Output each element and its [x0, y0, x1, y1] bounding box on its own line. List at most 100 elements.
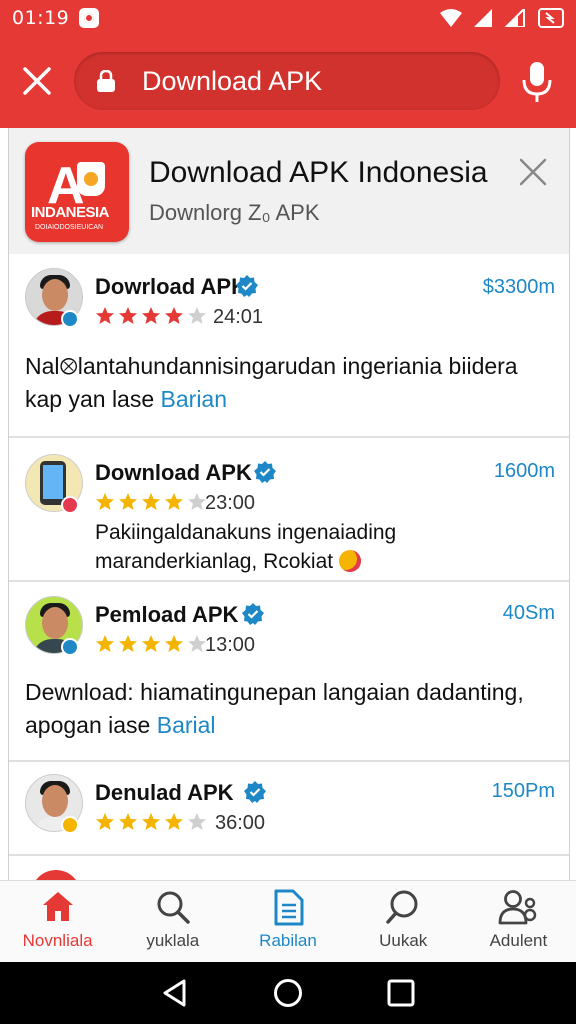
nav-item-home[interactable]: Novnliala: [0, 881, 115, 962]
nav-label: Rabilan: [259, 931, 317, 950]
star-filled-icon: [96, 635, 114, 652]
star-filled-icon: [96, 307, 114, 324]
status-bar: 01:19: [0, 0, 576, 36]
review-body: Nal⮾lantahundannisingarudan ingeriania b…: [25, 353, 518, 412]
emoji-icon: [338, 550, 361, 573]
wifi-icon: [440, 9, 462, 27]
back-icon[interactable]: [160, 978, 190, 1008]
review-time: 36:00: [215, 812, 266, 834]
system-navigation-bar: [0, 962, 576, 1024]
app-header: A INDANESIA DOIAIODOSIEUICAN Download AP…: [9, 128, 569, 254]
review-item[interactable]: Denulad APK 150Pm 36:00: [9, 762, 569, 880]
star-filled-icon: [142, 307, 160, 324]
bottom-navigation: Novnliala yuklala Rabilan Uukak Adulent: [0, 880, 576, 962]
nav-item-document[interactable]: Rabilan: [230, 881, 345, 962]
star-empty-icon: [188, 635, 206, 652]
nav-item-explore[interactable]: Uukak: [346, 881, 461, 962]
review-time: 13:00: [205, 634, 256, 656]
star-empty-icon: [188, 307, 206, 324]
review-link[interactable]: Barian: [161, 386, 227, 412]
star-filled-icon: [119, 493, 137, 510]
app-title: Download APK Indonesia: [149, 156, 488, 189]
star-filled-icon: [119, 307, 137, 324]
avatar-badge: [61, 816, 79, 834]
star-rating: [95, 306, 207, 326]
status-icons: [440, 8, 564, 28]
search-icon: [386, 890, 418, 924]
verified-icon: [244, 781, 266, 803]
app-card: A INDANESIA DOIAIODOSIEUICAN Download AP…: [8, 128, 570, 880]
close-icon[interactable]: [20, 64, 54, 98]
lock-icon: [97, 70, 115, 92]
logo-jar-icon: [77, 162, 105, 196]
avatar-badge: [61, 496, 79, 514]
star-filled-icon: [165, 493, 183, 510]
logo-subtext: DOIAIODOSIEUICAN: [35, 224, 104, 231]
review-body: Dewnload: hiamatingunepan langaian dadan…: [25, 679, 524, 738]
verified-icon: [236, 275, 258, 297]
star-filled-icon: [119, 813, 137, 830]
recents-icon[interactable]: [386, 978, 416, 1008]
verified-icon: [242, 603, 264, 625]
review-time: 24:01: [213, 306, 264, 328]
document-icon: [274, 889, 304, 926]
review-author: Denulad APK: [95, 780, 234, 805]
app-logo[interactable]: A INDANESIA DOIAIODOSIEUICAN: [25, 142, 129, 242]
review-text: Dewnload: hiamatingunepan langaian dadan…: [25, 676, 555, 741]
home-icon: [42, 892, 73, 921]
avatar-badge: [61, 638, 79, 656]
nav-label: Novnliala: [22, 931, 93, 950]
signal-icon-2: [504, 9, 525, 27]
status-time: 01:19: [12, 7, 70, 29]
verified-icon: [254, 461, 276, 483]
star-filled-icon: [119, 635, 137, 652]
nav-label: Uukak: [379, 931, 428, 950]
divider: [9, 854, 569, 856]
review-link[interactable]: Barial: [157, 712, 216, 738]
star-rating: [95, 634, 207, 654]
nav-label: Adulent: [489, 931, 548, 950]
review-author: Download APK: [95, 460, 252, 485]
review-size: 1600m: [493, 460, 555, 482]
close-icon[interactable]: [519, 158, 547, 186]
search-icon: [157, 891, 190, 924]
nav-item-search[interactable]: yuklala: [115, 881, 230, 962]
home-button-icon[interactable]: [272, 978, 304, 1008]
review-text: Pakiingaldanakuns ingenaiading maranderk…: [95, 518, 555, 577]
review-text: Nal⮾lantahundannisingarudan ingeriania b…: [25, 350, 555, 415]
review-author: Dowrload APK: [95, 274, 247, 299]
user-icon: [499, 890, 537, 925]
review-time: 23:00: [205, 492, 256, 514]
review-item[interactable]: Download APK 1600m 23:00 Pakiingaldanaku…: [9, 438, 569, 582]
star-rating: [95, 492, 207, 512]
star-filled-icon: [96, 493, 114, 510]
app-bar: Download APK: [0, 36, 576, 128]
star-filled-icon: [142, 635, 160, 652]
review-size: 150Pm: [491, 780, 555, 802]
review-author: Pemload APK: [95, 602, 239, 627]
star-empty-icon: [188, 493, 206, 510]
logo-text: INDANESIA: [31, 204, 110, 221]
microphone-icon[interactable]: [520, 60, 554, 104]
review-item[interactable]: Pemload APK 40Sm 13:00 Dewnload: hiamati…: [9, 582, 569, 762]
search-query[interactable]: Download APK: [142, 66, 322, 97]
signal-icon: [474, 9, 492, 27]
review-size: 40Sm: [502, 602, 555, 624]
nav-item-account[interactable]: Adulent: [461, 881, 576, 962]
star-empty-icon: [188, 813, 206, 830]
star-filled-icon: [142, 813, 160, 830]
star-filled-icon: [142, 493, 160, 510]
search-bar[interactable]: Download APK: [74, 52, 500, 110]
star-filled-icon: [165, 635, 183, 652]
review-size: $3300m: [482, 276, 555, 298]
star-filled-icon: [165, 813, 183, 830]
avatar[interactable]: [31, 870, 81, 880]
avatar-badge: [61, 310, 79, 328]
star-filled-icon: [165, 307, 183, 324]
battery-icon: [538, 8, 564, 28]
review-item[interactable]: Dowrload APK $3300m 24:01 Nal⮾lantahunda…: [9, 254, 569, 438]
star-filled-icon: [96, 813, 114, 830]
nav-label: yuklala: [146, 931, 200, 950]
app-subtitle: Downlorg Z₀ APK: [149, 200, 320, 225]
star-rating: [95, 812, 207, 832]
